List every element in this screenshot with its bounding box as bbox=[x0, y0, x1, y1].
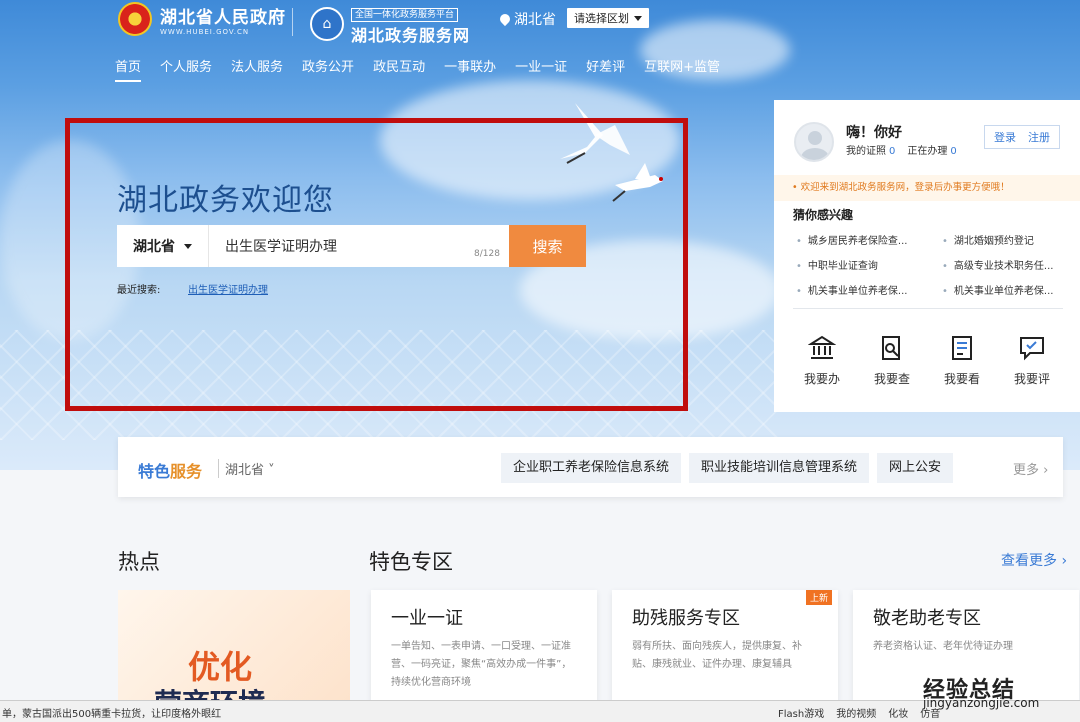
processing-stat[interactable]: 正在办理 0 bbox=[907, 142, 956, 157]
page: 湖北省人民政府 WWW.HUBEI.GOV.CN ⌂ 全国一体化政务服务平台 湖… bbox=[0, 0, 1080, 722]
zone-card-desc: 养老资格认证、老年优待证办理 bbox=[873, 641, 1013, 652]
status-item[interactable]: Flash游戏 bbox=[778, 705, 824, 720]
gov-url: WWW.HUBEI.GOV.CN bbox=[160, 27, 250, 36]
quick-action-rate[interactable]: 我要评 bbox=[1002, 334, 1062, 387]
status-bar-items: Flash游戏 我的视频 化妆 仿音 bbox=[778, 705, 940, 720]
feature-more-link[interactable]: 更多 › bbox=[1013, 459, 1048, 478]
quick-action-label: 我要办 bbox=[803, 372, 840, 386]
nav-item-one-thing[interactable]: 一事联办 bbox=[444, 56, 496, 82]
province-select[interactable]: 湖北省 bbox=[117, 225, 209, 267]
platform-badge: 全国一体化政务服务平台 bbox=[351, 8, 459, 22]
zone-card[interactable]: 上新 助残服务专区 弱有所扶、面向残疾人，提供康复、补贴、康残就业、证件办理、康… bbox=[612, 590, 838, 702]
browser-status-bar: 单，蒙古国派出500辆重卡拉货，让印度格外眼红 Flash游戏 我的视频 化妆 … bbox=[0, 700, 1080, 722]
welcome-notice: • 欢迎来到湖北政务服务网，登录后办事更方便哦！ bbox=[774, 175, 1080, 201]
quick-action-label: 我要查 bbox=[873, 372, 910, 386]
quick-action-query[interactable]: 我要查 bbox=[862, 334, 922, 387]
platform-name: 湖北政务服务网 bbox=[351, 26, 471, 45]
main-nav: 首页 个人服务 法人服务 政务公开 政民互动 一事联办 一业一证 好差评 互联网… bbox=[115, 56, 739, 82]
comment-icon bbox=[1020, 337, 1044, 361]
avatar[interactable] bbox=[794, 122, 834, 162]
interest-item[interactable]: 机关事业单位养老保... bbox=[942, 282, 1066, 297]
status-item[interactable]: 我的视频 bbox=[836, 705, 876, 720]
search-doc-icon bbox=[882, 336, 900, 360]
auth-buttons: 登录 注册 bbox=[984, 125, 1060, 149]
interest-item[interactable]: 中职毕业证查询 bbox=[796, 257, 942, 272]
user-panel: 嗨！你好 我的证照 0 正在办理 0 登录 注册 • 欢迎来到湖北政务服务网，登录后… bbox=[774, 100, 1080, 412]
nav-item-one-license[interactable]: 一业一证 bbox=[515, 56, 567, 82]
interest-item[interactable]: 机关事业单位养老保... bbox=[796, 282, 942, 297]
feature-tags: 企业职工养老保险信息系统 职业技能培训信息管理系统 网上公安 bbox=[501, 453, 954, 483]
zone-card[interactable]: 一业一证 一单告知、一表申请、一口受理、一证准营、一码亮证，聚焦“高效办成一件事… bbox=[371, 590, 597, 702]
document-icon bbox=[952, 336, 972, 360]
nav-item-personal[interactable]: 个人服务 bbox=[160, 56, 212, 82]
register-button[interactable]: 注册 bbox=[1028, 129, 1050, 145]
feature-tag[interactable]: 职业技能培训信息管理系统 bbox=[689, 453, 870, 483]
hot-banner-subtext: 营商环境 bbox=[154, 682, 266, 700]
certs-stat[interactable]: 我的证照 0 bbox=[846, 142, 895, 157]
zone-card-title: 一业一证 bbox=[391, 608, 463, 629]
zone-card-title: 助残服务专区 bbox=[632, 608, 740, 629]
location-pin-icon bbox=[497, 11, 513, 27]
interest-item[interactable]: 湖北婚姻预约登记 bbox=[942, 232, 1066, 247]
zone-card-title: 敬老助老专区 bbox=[873, 608, 981, 629]
province-select-label: 湖北省 bbox=[133, 239, 175, 255]
header-divider bbox=[292, 8, 293, 36]
caret-down-icon bbox=[184, 243, 192, 249]
location-indicator[interactable]: 湖北省 bbox=[497, 9, 556, 29]
feature-title: 特色服务 bbox=[138, 462, 203, 481]
nav-item-interaction[interactable]: 政民互动 bbox=[373, 56, 425, 82]
feature-tag[interactable]: 网上公安 bbox=[877, 453, 954, 483]
caret-down-icon bbox=[634, 15, 642, 21]
gov-logo[interactable]: 湖北省人民政府 WWW.HUBEI.GOV.CN bbox=[118, 2, 286, 36]
zone-card-desc: 弱有所扶、面向残疾人，提供康复、补贴、康残就业、证件办理、康复辅具 bbox=[632, 641, 802, 670]
nav-item-supervision[interactable]: 互联网+监管 bbox=[644, 56, 720, 82]
zone-section-title: 特色专区 bbox=[369, 550, 453, 574]
platform-emblem-icon: ⌂ bbox=[310, 7, 344, 41]
new-badge: 上新 bbox=[805, 590, 832, 605]
see-more-link[interactable]: 查看更多 › bbox=[1001, 550, 1067, 570]
quick-action-label: 我要看 bbox=[943, 372, 980, 386]
region-select[interactable]: 请选择区划 bbox=[567, 8, 649, 28]
greeting: 嗨！你好 bbox=[846, 125, 902, 141]
quick-actions: 我要办 我要查 我要看 我要评 bbox=[792, 334, 1062, 387]
interest-item[interactable]: 城乡居民养老保险查... bbox=[796, 232, 942, 247]
nav-item-gov-affairs[interactable]: 政务公开 bbox=[302, 56, 354, 82]
recent-search-link[interactable]: 出生医学证明办理 bbox=[188, 281, 268, 296]
login-button[interactable]: 登录 bbox=[994, 129, 1016, 145]
user-stats: 我的证照 0 正在办理 0 bbox=[846, 142, 957, 157]
search-bar: 湖北省 8/128 搜索 bbox=[117, 225, 586, 267]
interest-list: 城乡居民养老保险查... 湖北婚姻预约登记 中职毕业证查询 高级专业技术职务任.… bbox=[796, 232, 1066, 297]
welcome-title: 湖北政务欢迎您 bbox=[117, 183, 334, 218]
hot-section-title: 热点 bbox=[118, 550, 160, 574]
location-name: 湖北省 bbox=[514, 12, 556, 28]
platform-logo[interactable]: ⌂ 全国一体化政务服务平台 湖北政务服务网 bbox=[310, 2, 470, 46]
interest-item[interactable]: 高级专业技术职务任... bbox=[942, 257, 1066, 272]
quick-action-do[interactable]: 我要办 bbox=[792, 334, 852, 387]
quick-action-label: 我要评 bbox=[1013, 372, 1050, 386]
hot-banner[interactable]: 优化 营商环境 bbox=[118, 590, 350, 700]
recent-search-label: 最近搜索: bbox=[117, 285, 161, 296]
national-emblem-icon bbox=[118, 2, 152, 36]
divider bbox=[793, 308, 1063, 309]
nav-item-legal-person[interactable]: 法人服务 bbox=[231, 56, 283, 82]
news-ticker[interactable]: 单，蒙古国派出500辆重卡拉货，让印度格外眼红 bbox=[2, 705, 221, 720]
top-bar: 湖北省人民政府 WWW.HUBEI.GOV.CN ⌂ 全国一体化政务服务平台 湖… bbox=[0, 0, 1080, 46]
quick-action-view[interactable]: 我要看 bbox=[932, 334, 992, 387]
bank-icon bbox=[808, 335, 836, 359]
search-button[interactable]: 搜索 bbox=[509, 225, 586, 267]
watermark-url: jingyanzongjie.com bbox=[923, 696, 1040, 710]
interest-title: 猜你感兴趣 bbox=[793, 208, 854, 222]
region-select-label: 请选择区划 bbox=[574, 12, 629, 25]
nav-item-home[interactable]: 首页 bbox=[115, 56, 142, 82]
zone-card-desc: 一单告知、一表申请、一口受理、一证准营、一码亮证，聚焦“高效办成一件事”，持续优… bbox=[391, 641, 572, 688]
feature-services-bar: 特色服务 湖北省 ˅ 企业职工养老保险信息系统 职业技能培训信息管理系统 网上公… bbox=[118, 437, 1063, 497]
status-item[interactable]: 化妆 bbox=[888, 705, 908, 720]
nav-item-rating[interactable]: 好差评 bbox=[586, 56, 625, 82]
feature-tag[interactable]: 企业职工养老保险信息系统 bbox=[501, 453, 682, 483]
search-char-counter: 8/128 bbox=[474, 249, 500, 259]
feature-province-select[interactable]: 湖北省 ˅ bbox=[218, 459, 275, 478]
gov-name: 湖北省人民政府 bbox=[160, 7, 286, 28]
search-input[interactable] bbox=[209, 225, 509, 267]
